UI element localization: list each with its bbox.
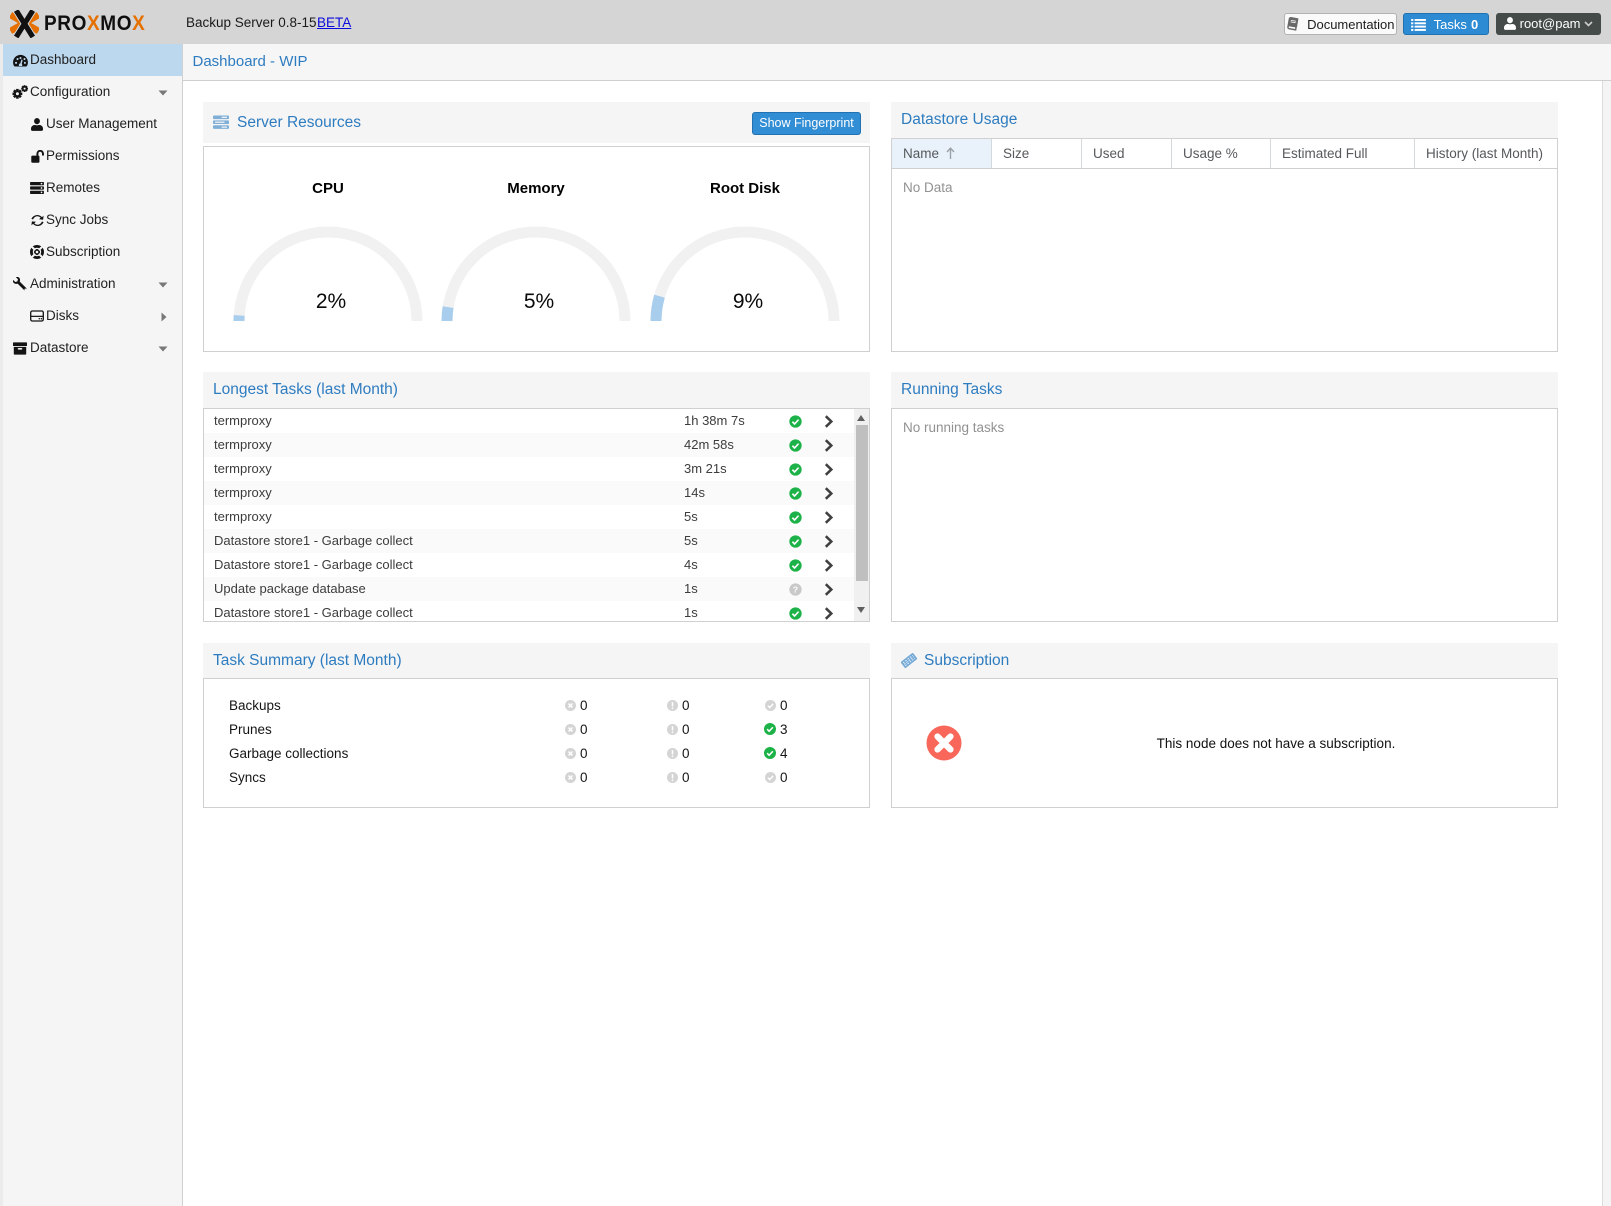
svg-text:?: ? (793, 585, 798, 595)
